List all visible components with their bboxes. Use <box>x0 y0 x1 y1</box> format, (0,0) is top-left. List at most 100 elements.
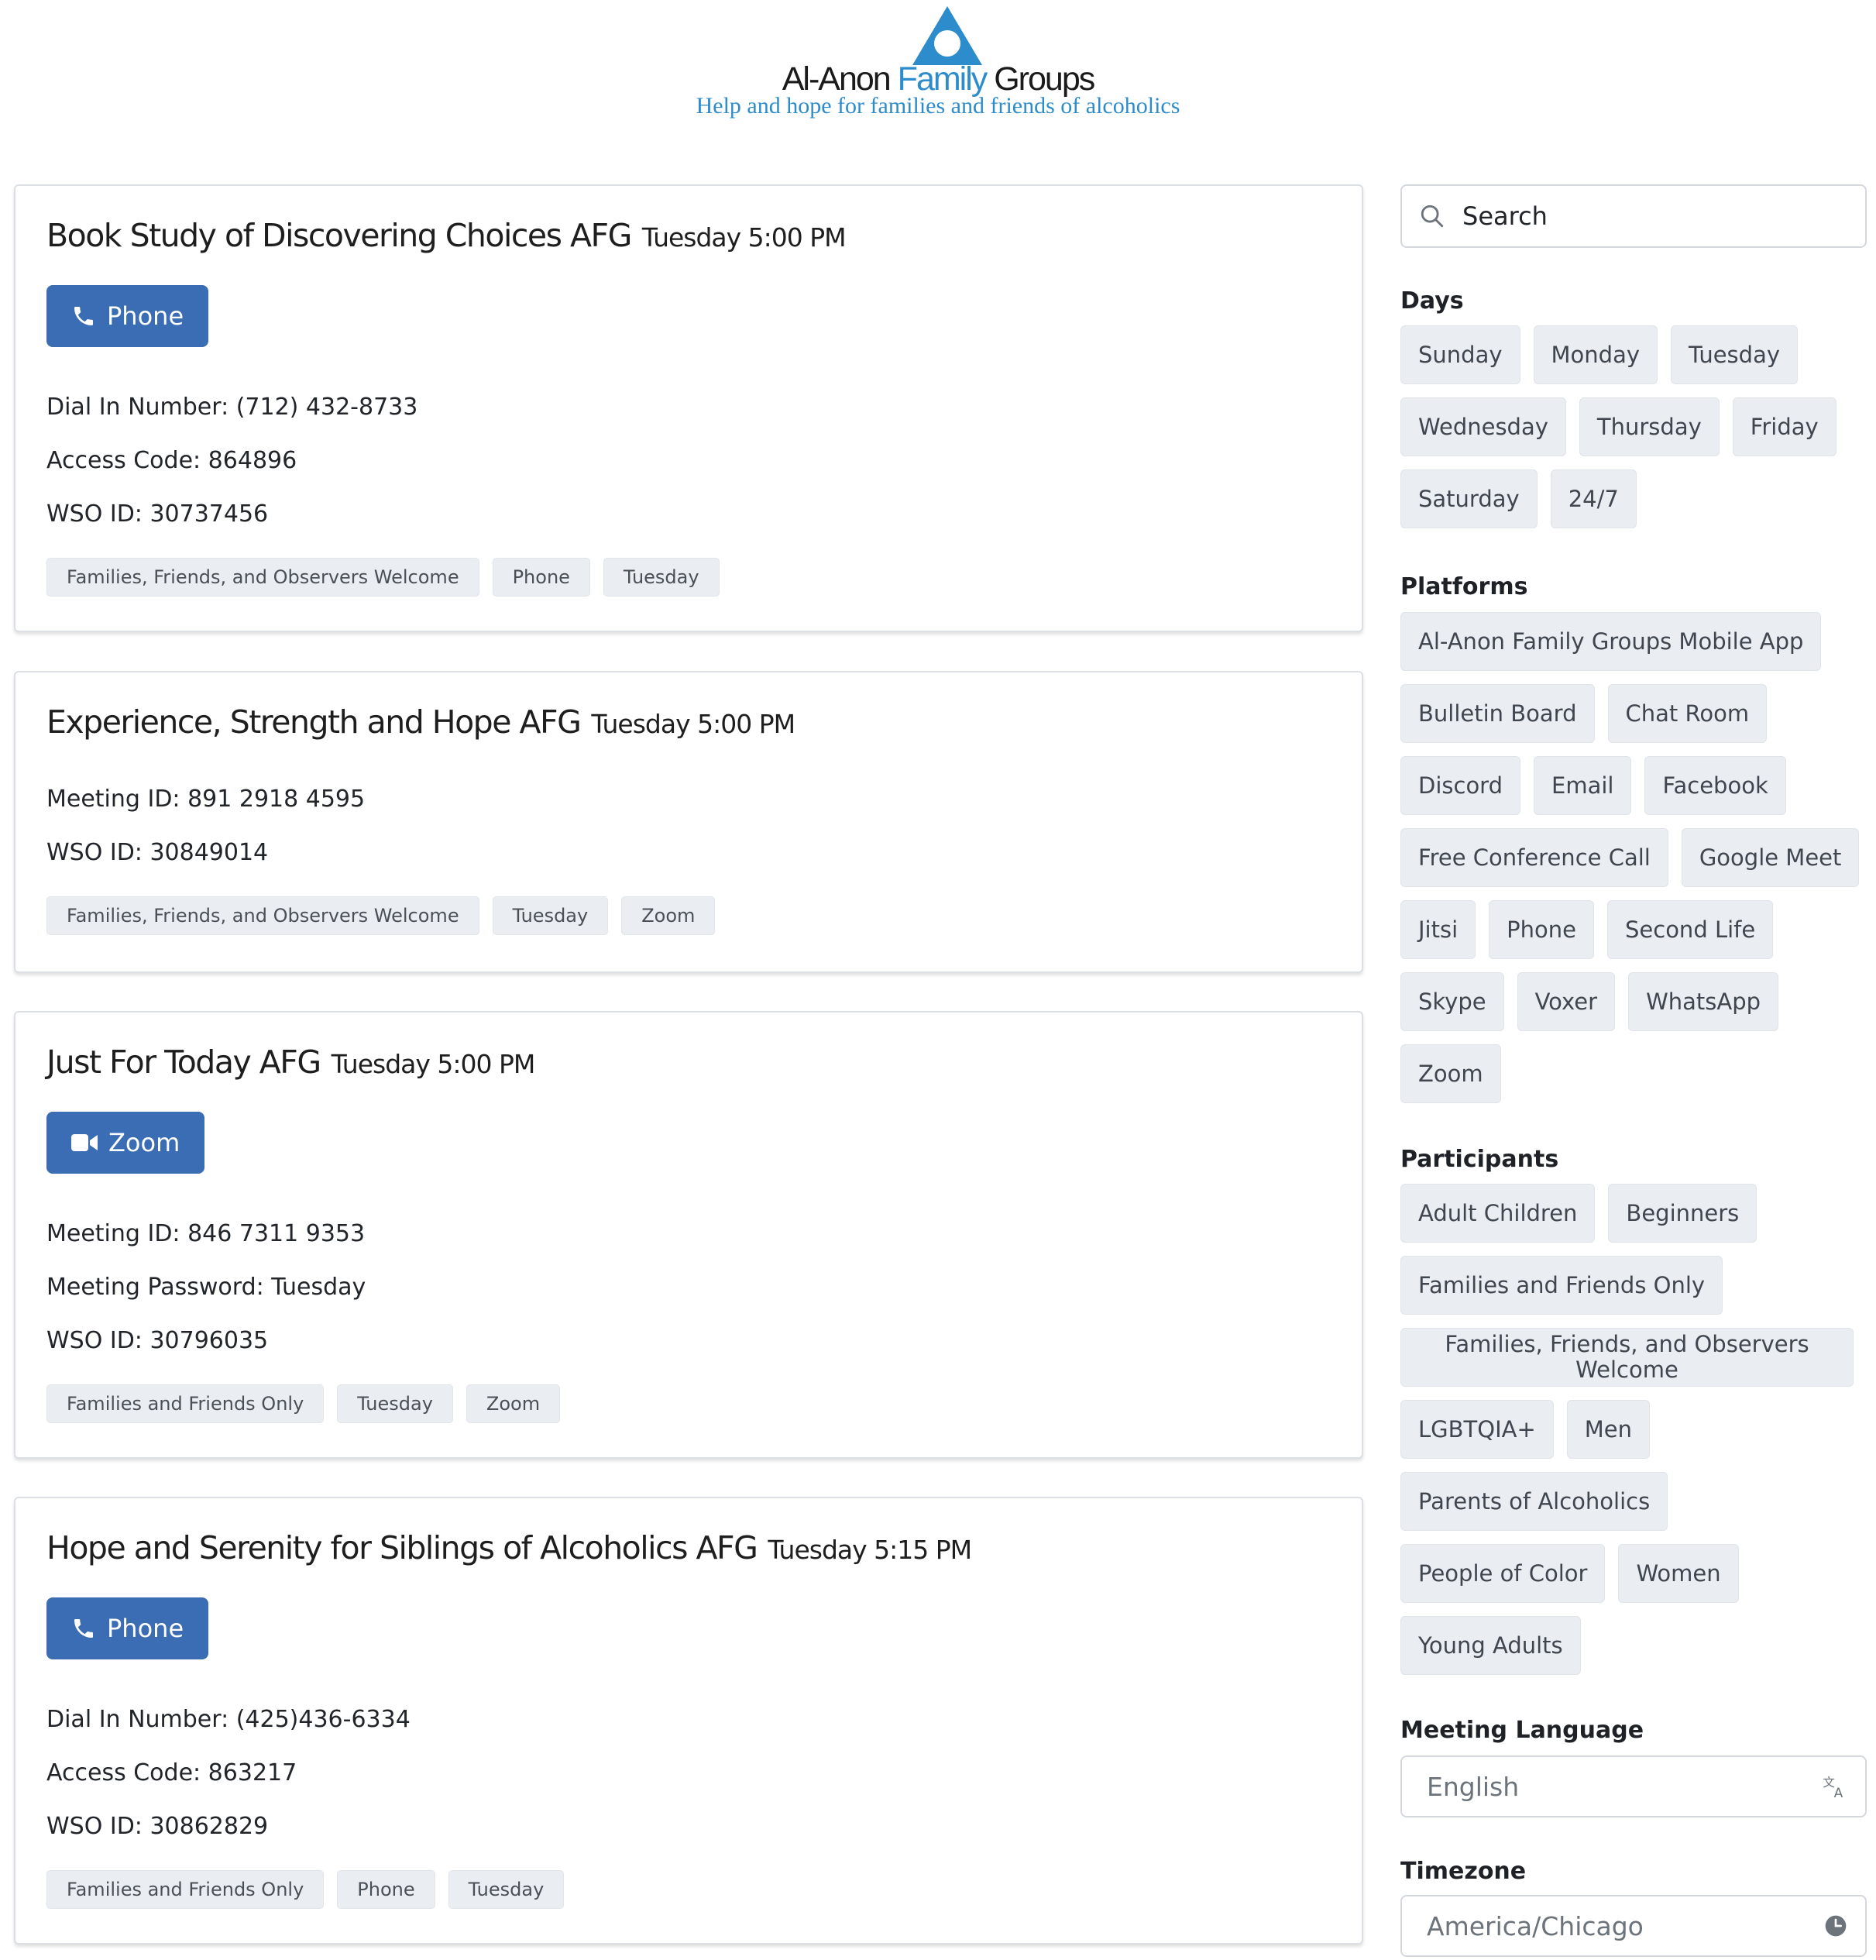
meeting-time: Tuesday 5:00 PM <box>641 222 847 253</box>
day-chip-sunday[interactable]: Sunday <box>1400 325 1520 384</box>
logo-tagline: Help and hope for families and friends o… <box>696 93 1180 119</box>
language-heading: Meeting Language <box>1400 1717 1644 1744</box>
meeting-time: Tuesday 5:00 PM <box>591 709 795 739</box>
meeting-tag: Tuesday <box>603 558 720 597</box>
platform-chip[interactable]: Second Life <box>1607 900 1774 959</box>
platform-chip[interactable]: Bulletin Board <box>1400 684 1595 743</box>
meeting-tag: Zoom <box>621 896 716 935</box>
day-chip-monday[interactable]: Monday <box>1533 325 1658 384</box>
platform-chip[interactable]: Zoom <box>1400 1044 1501 1103</box>
meeting-card: Experience, Strength and Hope AFG Tuesday… <box>14 671 1363 973</box>
participants-filter: Adult Children Beginners Families and Fr… <box>1400 1184 1867 1675</box>
meeting-card: Just For Today AFG Tuesday 5:00 PM Zoom M… <box>14 1011 1363 1459</box>
svg-text:A: A <box>1834 1786 1843 1800</box>
day-chip-24-7[interactable]: 24/7 <box>1550 469 1637 528</box>
participant-chip[interactable]: Families and Friends Only <box>1400 1256 1723 1315</box>
platforms-heading: Platforms <box>1400 573 1528 600</box>
platform-chip[interactable]: Chat Room <box>1607 684 1768 743</box>
meeting-tag: Families and Friends Only <box>46 1870 325 1909</box>
platforms-filter: Al-Anon Family Groups Mobile App Bulleti… <box>1400 612 1867 1103</box>
access-code: Access Code: 863217 <box>46 1759 297 1786</box>
meeting-name: Just For Today AFG <box>46 1044 321 1081</box>
meeting-tag: Phone <box>492 558 590 597</box>
platform-chip[interactable]: Al-Anon Family Groups Mobile App <box>1400 612 1822 671</box>
platform-chip[interactable]: Voxer <box>1517 972 1616 1031</box>
meeting-tag: Families, Friends, and Observers Welcome <box>46 896 479 935</box>
meeting-time: Tuesday 5:00 PM <box>331 1049 536 1079</box>
platform-chip[interactable]: WhatsApp <box>1628 972 1779 1031</box>
meeting-title[interactable]: Experience, Strength and Hope AFG Tuesday… <box>46 703 795 741</box>
meeting-card: Hope and Serenity for Siblings of Alcoho… <box>14 1497 1363 1945</box>
participant-chip[interactable]: People of Color <box>1400 1544 1606 1603</box>
clock-icon <box>1825 1915 1847 1937</box>
day-chip-saturday[interactable]: Saturday <box>1400 469 1538 528</box>
meeting-tag: Families and Friends Only <box>46 1384 325 1423</box>
platform-chip[interactable]: Jitsi <box>1400 900 1476 959</box>
platform-chip[interactable]: Free Conference Call <box>1400 828 1668 887</box>
day-chip-friday[interactable]: Friday <box>1732 397 1836 456</box>
day-chip-thursday[interactable]: Thursday <box>1579 397 1720 456</box>
participant-chip[interactable]: Families, Friends, and Observers Welcome <box>1400 1328 1854 1387</box>
al-anon-triangle-logo-icon <box>912 6 982 65</box>
language-select[interactable]: English 文A <box>1400 1755 1867 1817</box>
phone-join-button[interactable]: Phone <box>46 285 209 347</box>
participant-chip[interactable]: LGBTQIA+ <box>1400 1400 1554 1459</box>
zoom-join-label: Zoom <box>108 1128 180 1157</box>
translate-icon: 文A <box>1823 1776 1843 1800</box>
days-heading: Days <box>1400 287 1464 315</box>
meeting-id: Meeting ID: 846 7311 9353 <box>46 1220 366 1247</box>
video-camera-icon <box>71 1134 98 1151</box>
meeting-title[interactable]: Hope and Serenity for Siblings of Alcoho… <box>46 1529 972 1566</box>
participant-chip[interactable]: Adult Children <box>1400 1184 1596 1243</box>
platform-chip[interactable]: Phone <box>1489 900 1594 959</box>
platform-chip[interactable]: Facebook <box>1644 756 1786 815</box>
wso-id: WSO ID: 30796035 <box>46 1327 269 1354</box>
phone-icon <box>74 1619 93 1638</box>
meeting-password: Meeting Password: Tuesday <box>46 1274 366 1301</box>
meeting-tag: Families, Friends, and Observers Welcome <box>46 558 479 597</box>
timezone-value: America/Chicago <box>1427 1910 1644 1941</box>
meeting-tag: Phone <box>337 1870 435 1909</box>
dial-in-number: Dial In Number: (712) 432-8733 <box>46 394 418 421</box>
meeting-tags: Families, Friends, and Observers Welcome… <box>46 896 716 935</box>
participant-chip[interactable]: Men <box>1566 1400 1651 1459</box>
phone-join-label: Phone <box>107 1614 184 1643</box>
meeting-tags: Families and Friends Only Phone Tuesday <box>46 1870 565 1909</box>
phone-join-label: Phone <box>107 301 184 331</box>
search-input[interactable]: Search <box>1400 184 1867 248</box>
meeting-tag: Tuesday <box>337 1384 453 1423</box>
meeting-title[interactable]: Book Study of Discovering Choices AFG Tue… <box>46 217 847 254</box>
platform-chip[interactable]: Discord <box>1400 756 1521 815</box>
zoom-join-button[interactable]: Zoom <box>46 1112 205 1174</box>
timezone-select[interactable]: America/Chicago <box>1400 1895 1867 1957</box>
participant-chip[interactable]: Women <box>1618 1544 1739 1603</box>
participant-chip[interactable]: Parents of Alcoholics <box>1400 1472 1668 1531</box>
participant-chip[interactable]: Beginners <box>1608 1184 1757 1243</box>
access-code: Access Code: 864896 <box>46 447 297 474</box>
meeting-tag: Tuesday <box>492 896 609 935</box>
platform-chip[interactable]: Email <box>1534 756 1632 815</box>
day-chip-wednesday[interactable]: Wednesday <box>1400 397 1566 456</box>
search-icon <box>1421 205 1444 228</box>
platform-chip[interactable]: Google Meet <box>1681 828 1860 887</box>
platform-chip[interactable]: Skype <box>1400 972 1504 1031</box>
wso-id: WSO ID: 30849014 <box>46 839 269 866</box>
search-placeholder: Search <box>1462 201 1548 231</box>
meeting-tag: Tuesday <box>448 1870 565 1909</box>
meeting-tags: Families, Friends, and Observers Welcome… <box>46 558 720 597</box>
dial-in-number: Dial In Number: (425)436-6334 <box>46 1706 411 1733</box>
timezone-heading: Timezone <box>1400 1858 1527 1885</box>
phone-icon <box>74 307 93 325</box>
meeting-name: Experience, Strength and Hope AFG <box>46 703 582 741</box>
meeting-tags: Families and Friends Only Tuesday Zoom <box>46 1384 561 1423</box>
meeting-name: Hope and Serenity for Siblings of Alcoho… <box>46 1529 758 1566</box>
phone-join-button[interactable]: Phone <box>46 1597 209 1659</box>
wso-id: WSO ID: 30737456 <box>46 500 269 528</box>
participants-heading: Participants <box>1400 1146 1559 1173</box>
participant-chip[interactable]: Young Adults <box>1400 1616 1581 1675</box>
meeting-id: Meeting ID: 891 2918 4595 <box>46 786 366 813</box>
day-chip-tuesday[interactable]: Tuesday <box>1671 325 1798 384</box>
site-logo[interactable]: Al-Anon Family Groups Help and hope for … <box>0 0 1876 132</box>
meeting-title[interactable]: Just For Today AFG Tuesday 5:00 PM <box>46 1044 536 1081</box>
days-filter: Sunday Monday Tuesday Wednesday Thursday… <box>1400 325 1867 528</box>
